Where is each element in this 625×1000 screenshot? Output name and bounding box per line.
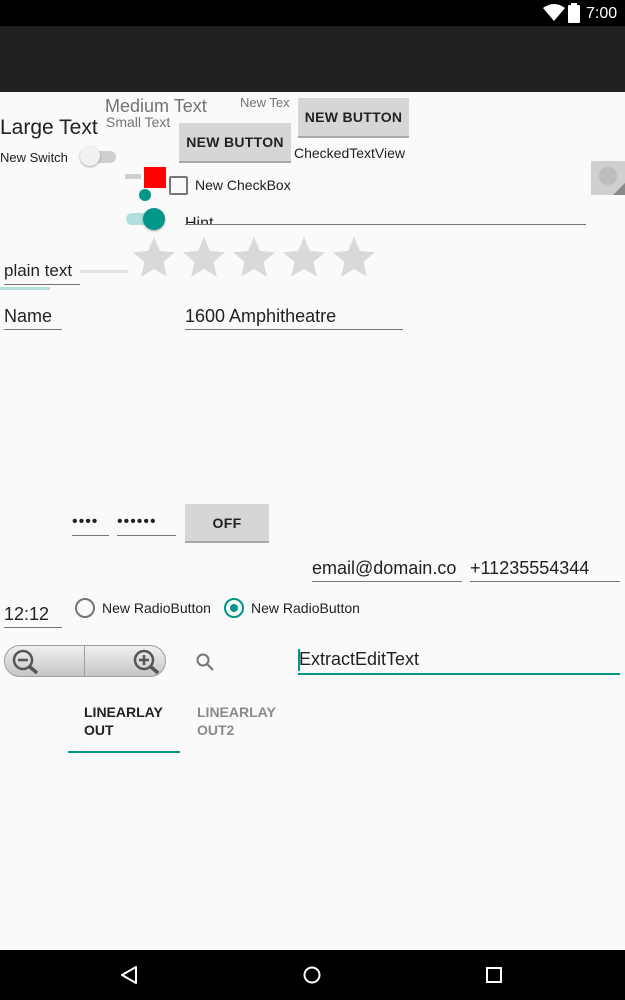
switch-on-thumb: [143, 208, 165, 230]
switch-on[interactable]: [124, 207, 166, 231]
contact-picture-icon: [599, 167, 625, 195]
zoom-controls: [4, 645, 166, 677]
tab-label-line1: LINEARLAY: [197, 704, 276, 720]
hint-text: Hint: [185, 215, 214, 225]
radio-button-2[interactable]: [224, 598, 244, 618]
tab-indicator: [68, 751, 180, 753]
star-icon: [183, 237, 225, 277]
password-field-2[interactable]: ••••••: [117, 510, 176, 536]
checkbox-label[interactable]: New CheckBox: [195, 177, 291, 193]
recents-icon[interactable]: [485, 966, 503, 984]
toggle-button[interactable]: OFF: [185, 504, 269, 543]
checked-text-view[interactable]: CheckedTextView: [294, 145, 405, 161]
rating-bar[interactable]: [131, 234, 381, 282]
home-icon[interactable]: [302, 965, 322, 985]
red-block: [144, 167, 166, 188]
battery-icon: [568, 3, 580, 23]
zoom-in-icon[interactable]: [132, 649, 162, 675]
new-switch-label: New Switch: [0, 150, 68, 165]
radio-button-1[interactable]: [75, 598, 95, 618]
app-bar: [0, 26, 625, 92]
hint-field[interactable]: Hint: [185, 211, 586, 225]
checkbox[interactable]: [169, 176, 188, 195]
image-button[interactable]: [591, 161, 625, 195]
tab-label-line1: LINEARLAY: [84, 704, 163, 720]
zoom-out-icon[interactable]: [11, 649, 41, 675]
wifi-icon: [543, 4, 565, 21]
star-icon: [283, 237, 325, 277]
large-text: Large Text: [0, 116, 98, 139]
navigation-bar: [0, 950, 625, 1000]
password-field[interactable]: ••••: [72, 510, 109, 536]
tab-linearlayout[interactable]: LINEARLAY OUT: [68, 694, 180, 754]
phone-field[interactable]: +11235554344: [470, 557, 620, 582]
new-button[interactable]: NEW BUTTON: [179, 123, 291, 163]
extract-edit-text[interactable]: ExtractEditText: [298, 648, 620, 675]
radio-label-2[interactable]: New RadioButton: [251, 600, 360, 616]
new-switch[interactable]: [80, 146, 118, 168]
star-icon: [233, 237, 275, 277]
seekbar-thumb[interactable]: [139, 189, 151, 201]
new-text-label: New Tex: [240, 95, 290, 110]
star-icon: [333, 237, 375, 277]
plain-text-field[interactable]: plain text: [4, 259, 80, 285]
status-bar: 7:00: [0, 0, 625, 26]
back-icon[interactable]: [119, 965, 139, 985]
extract-edit-text-value: ExtractEditText: [299, 649, 420, 669]
progress-bar: [0, 287, 50, 290]
tab-label-line2: OUT2: [197, 722, 235, 738]
tab-label-line2: OUT: [84, 722, 114, 738]
address-field[interactable]: 1600 Amphitheatre: [185, 305, 403, 330]
radio-label-1[interactable]: New RadioButton: [102, 600, 211, 616]
search-icon[interactable]: [195, 652, 215, 672]
email-field[interactable]: email@domain.co: [312, 557, 462, 582]
switch-thumb: [80, 146, 100, 166]
tab-linearlayout2[interactable]: LINEARLAY OUT2: [180, 694, 292, 754]
star-icon: [133, 237, 175, 277]
radio-dot: [230, 604, 238, 612]
time-field[interactable]: 12:12: [4, 603, 62, 628]
name-field[interactable]: Name: [4, 305, 62, 330]
status-time: 7:00: [586, 5, 618, 22]
progress-track: [80, 270, 128, 273]
zoom-divider: [84, 646, 85, 676]
new-button-top[interactable]: NEW BUTTON: [298, 98, 409, 138]
small-text: Small Text: [106, 114, 171, 130]
seekbar-track[interactable]: [125, 174, 141, 179]
